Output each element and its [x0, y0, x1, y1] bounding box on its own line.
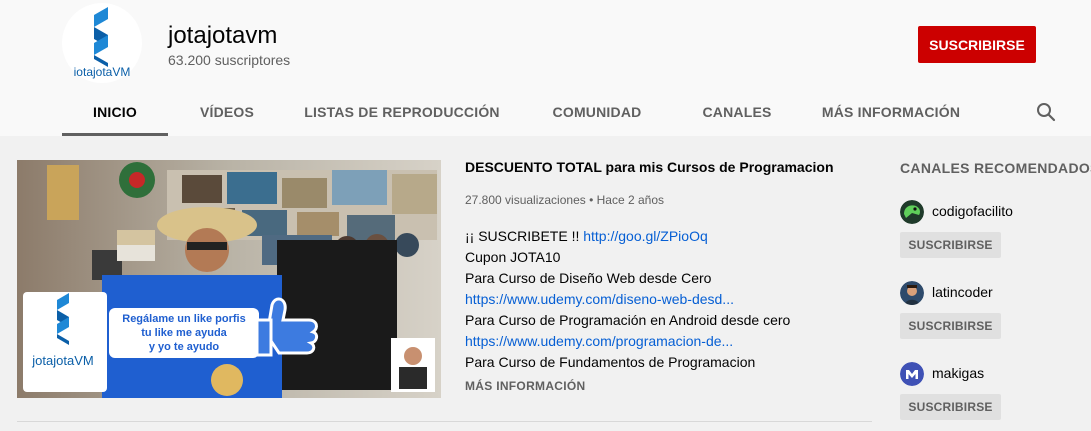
featured-video-description: ¡¡ SUSCRIBETE !! http://goo.gl/ZPioOq Cu…	[465, 226, 855, 373]
description-link[interactable]: http://goo.gl/ZPioOq	[583, 228, 708, 244]
recommended-channel-name[interactable]: latincoder	[932, 284, 993, 300]
more-info-link[interactable]: MÁS INFORMACIÓN	[465, 379, 586, 393]
tab-canales[interactable]: CANALES	[676, 88, 798, 136]
svg-text:tu like me ayuda: tu like me ayuda	[141, 327, 227, 339]
recommended-channel-name[interactable]: makigas	[932, 365, 984, 381]
channel-avatar[interactable]: iotajotaVM	[62, 3, 142, 83]
description-link[interactable]: https://www.udemy.com/diseno-web-desd...	[465, 291, 734, 307]
logo-text: iotajotaVM	[74, 65, 131, 79]
featured-video-thumbnail[interactable]: jotajotaVM Regálame un like porfis tu li…	[17, 160, 441, 398]
featured-video-meta: 27.800 visualizaciones • Hace 2 años	[465, 193, 664, 207]
search-icon[interactable]	[1034, 100, 1058, 124]
description-line: Para Curso de Diseño Web desde Cero	[465, 270, 712, 286]
recommended-channels-title: CANALES RECOMENDADOS	[900, 160, 1091, 176]
channel-avatar-codigofacilito[interactable]	[900, 200, 924, 224]
divider	[17, 421, 872, 422]
codigofacilito-avatar-icon	[900, 200, 924, 224]
channel-avatar-makigas[interactable]	[900, 362, 924, 386]
latincoder-avatar-icon	[900, 281, 924, 305]
description-line: ¡¡ SUSCRIBETE !! http://goo.gl/ZPioOq	[465, 228, 708, 244]
tab-comunidad[interactable]: COMUNIDAD	[518, 88, 676, 136]
channel-avatar-latincoder[interactable]	[900, 281, 924, 305]
jotajota-logo-icon: iotajotaVM	[74, 7, 131, 79]
svg-text:y yo te ayudo: y yo te ayudo	[149, 341, 220, 353]
thumb-logo-text: jotajotaVM	[31, 353, 93, 368]
subscribe-button-latincoder[interactable]: SUSCRIBIRSE	[900, 313, 1001, 339]
description-link[interactable]: https://www.udemy.com/programacion-de...	[465, 333, 733, 349]
tab-videos[interactable]: VÍDEOS	[168, 88, 286, 136]
makigas-avatar-icon	[900, 362, 924, 386]
subscriber-count: 63.200 suscriptores	[168, 52, 291, 68]
recommended-channel-name[interactable]: codigofacilito	[932, 203, 1013, 219]
channel-name: jotajotavm	[168, 22, 278, 49]
svg-text:Regálame un like porfis: Regálame un like porfis	[122, 313, 245, 325]
description-line: Para Curso de Programación en Android de…	[465, 312, 791, 328]
featured-video-title[interactable]: DESCUENTO TOTAL para mis Cursos de Progr…	[465, 159, 834, 175]
subscribe-button-makigas[interactable]: SUSCRIBIRSE	[900, 394, 1001, 420]
tab-mas-informacion[interactable]: MÁS INFORMACIÓN	[798, 88, 984, 136]
subscribe-button-codigofacilito[interactable]: SUSCRIBIRSE	[900, 232, 1001, 258]
tab-listas[interactable]: LISTAS DE REPRODUCCIÓN	[286, 88, 518, 136]
description-line: Para Curso de Fundamentos de Programacio…	[465, 354, 756, 370]
tab-inicio[interactable]: INICIO	[62, 88, 168, 136]
subscribe-button[interactable]: SUSCRIBIRSE	[918, 26, 1036, 63]
channel-tabs: INICIO VÍDEOS LISTAS DE REPRODUCCIÓN COM…	[62, 88, 984, 136]
description-line: Cupon JOTA10	[465, 249, 561, 265]
channel-header: iotajotaVM jotajotavm 63.200 suscriptore…	[0, 0, 1091, 136]
